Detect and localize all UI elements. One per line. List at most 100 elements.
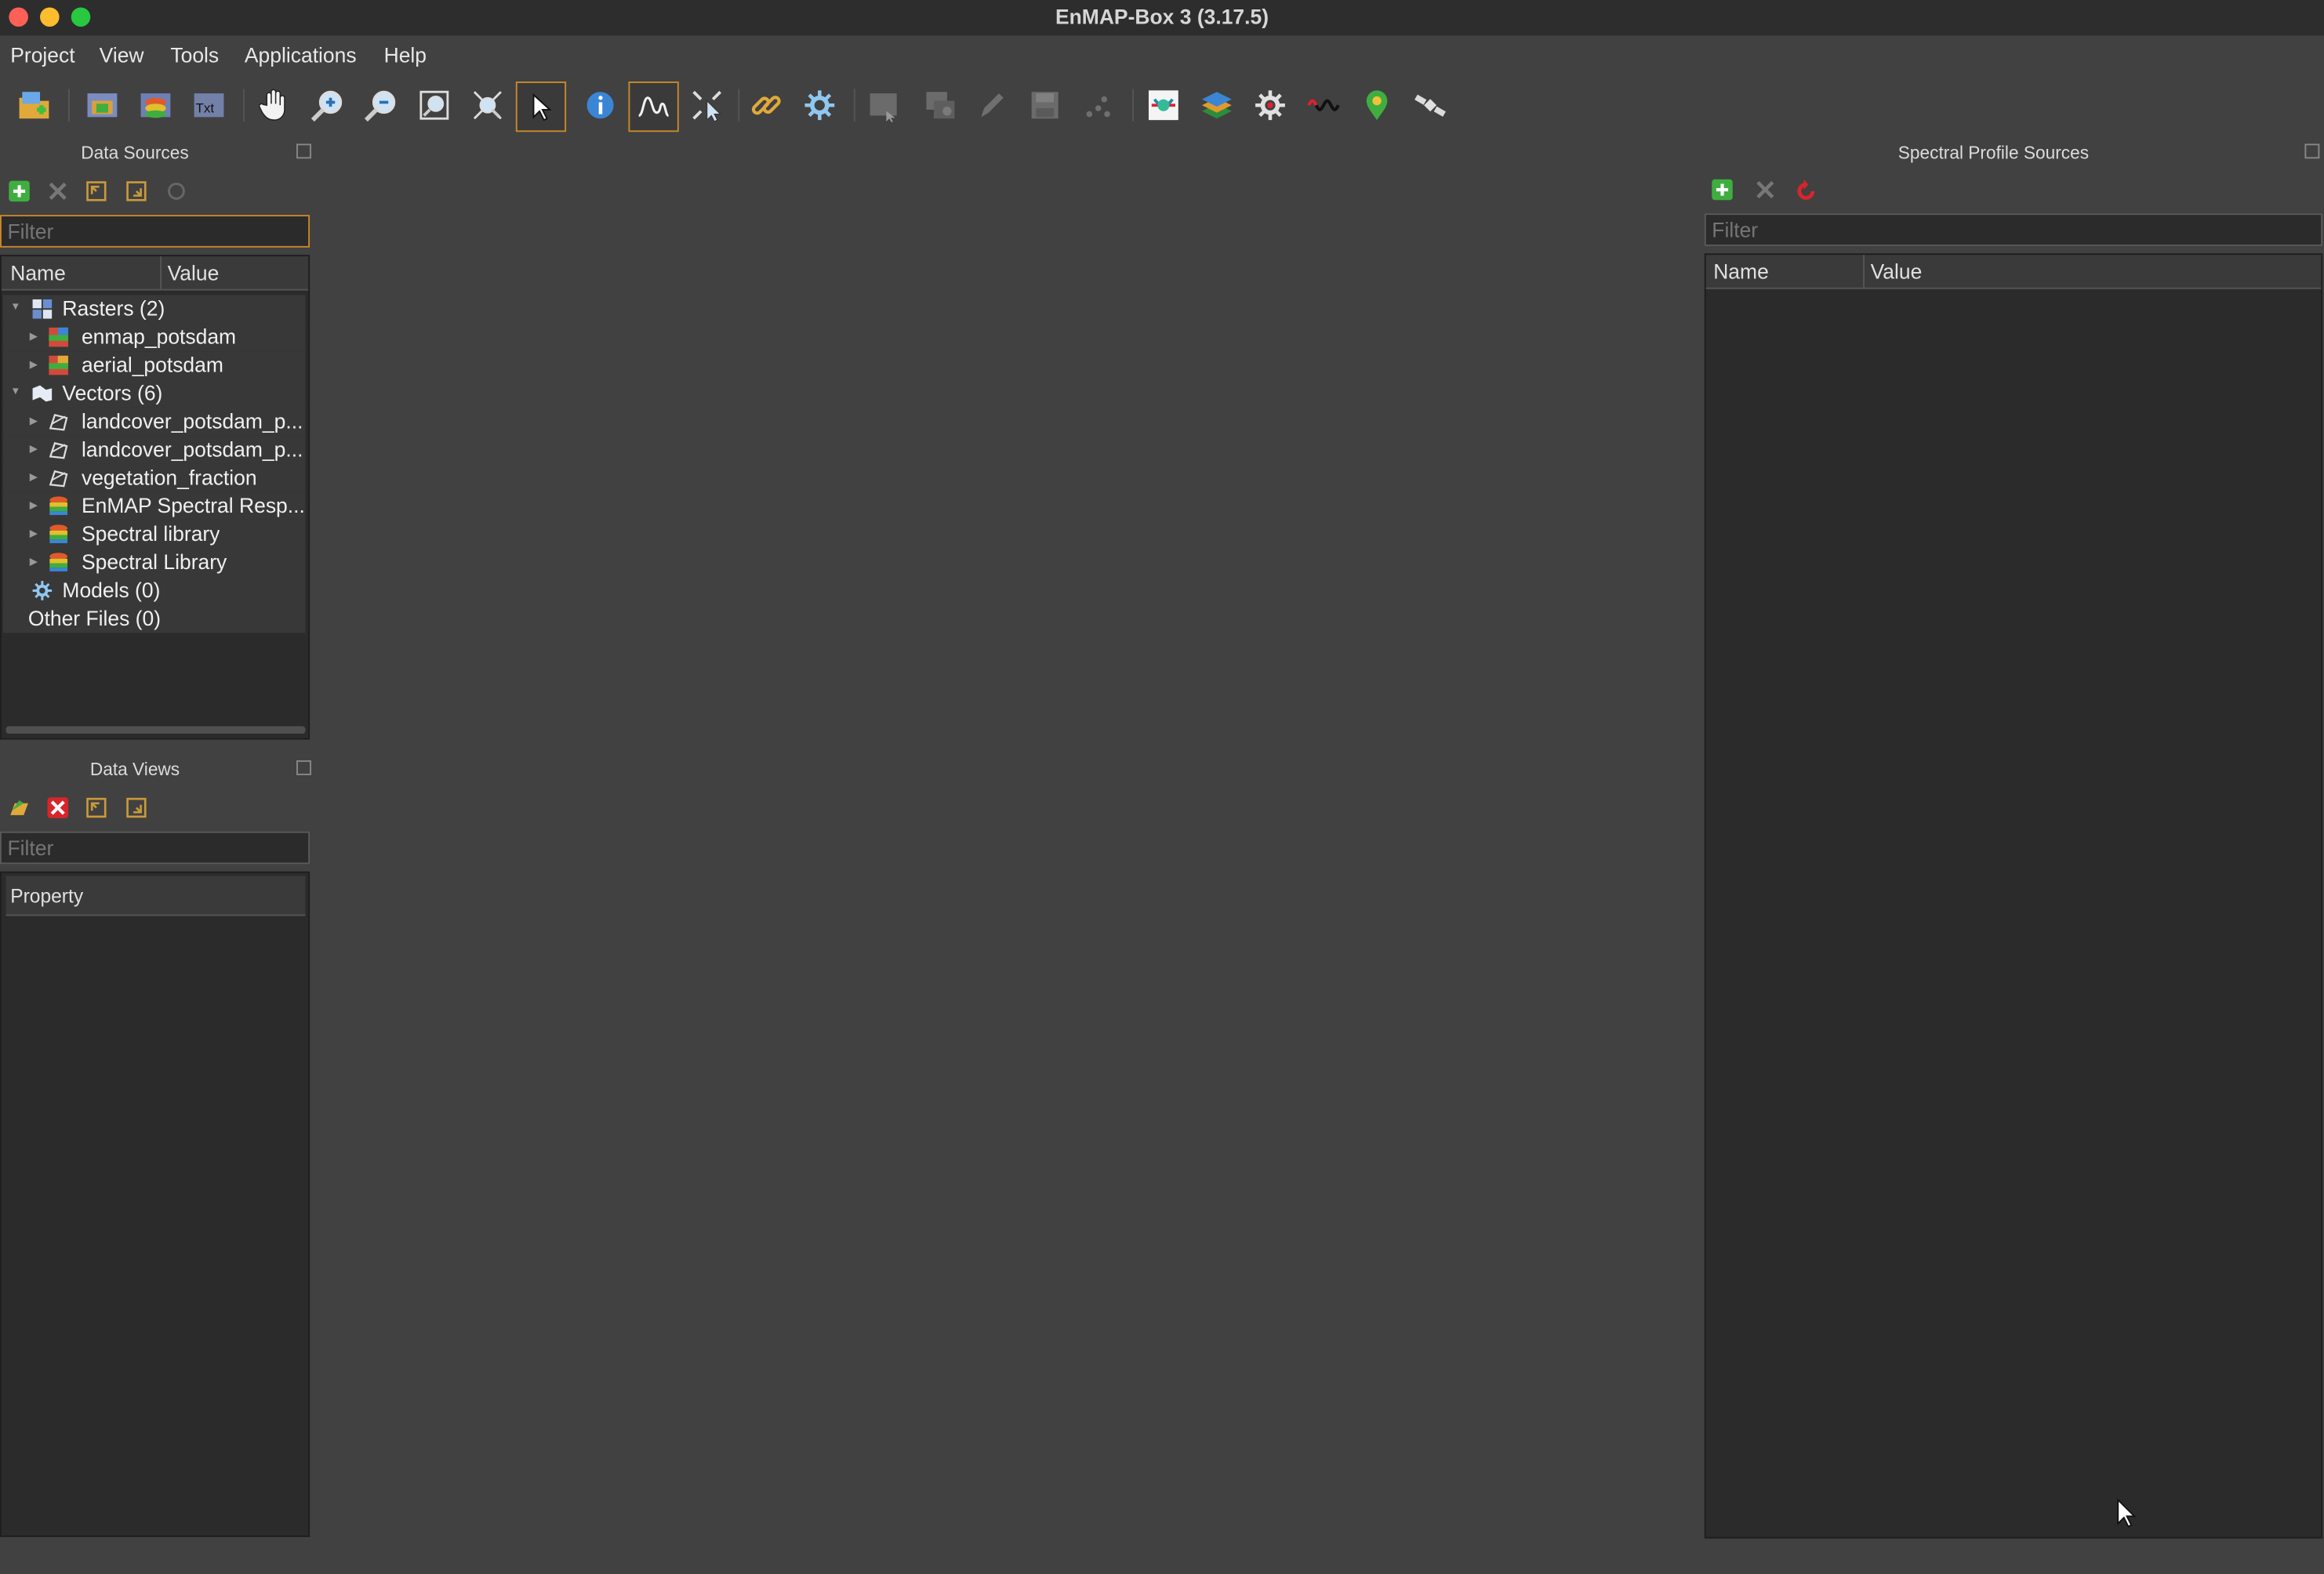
polygon-icon [49,441,68,459]
add-raster-icon[interactable] [80,83,125,128]
data-sources-tree: Name Value ▼ Rasters (2) ▶ enmap_potsdam… [0,255,310,740]
expand-all-icon[interactable] [83,178,110,205]
menu-view[interactable]: View [100,43,144,67]
collapse-all-icon[interactable] [123,794,150,821]
tree-row-rasters[interactable]: ▼ Rasters (2) [2,295,306,324]
tree-row-enmap-spectral-response[interactable]: ▶ EnMAP Spectral Resp... [2,491,306,520]
expand-all-icon[interactable] [83,794,110,821]
layers-icon[interactable] [1195,83,1240,128]
expand-arrow-icon[interactable]: ▶ [30,556,38,568]
column-name-header[interactable]: Name [1713,259,1769,283]
expand-arrow-icon[interactable]: ▶ [30,331,38,343]
new-map-view-icon[interactable] [862,83,907,128]
new-spectral-view-icon[interactable] [919,83,964,128]
expand-arrow-icon[interactable]: ▼ [10,386,20,397]
expand-arrow-icon[interactable]: ▼ [10,303,20,313]
save-icon[interactable] [1022,83,1067,128]
column-value-header[interactable]: Value [168,261,220,285]
remove-data-source-icon[interactable] [45,178,71,205]
reset-profile-source-icon[interactable] [1793,176,1820,203]
horizontal-scrollbar[interactable] [5,726,306,734]
tree-row-other-files[interactable]: Other Files (0) [2,604,306,633]
spectral-library-icon [49,496,68,516]
column-property-header[interactable]: Property [10,885,83,907]
processing-gear-icon[interactable] [1248,83,1293,128]
raster-icon [49,355,68,375]
zoom-in-icon[interactable] [305,83,350,128]
tree-row-label: EnMAP Spectral Resp... [81,493,305,517]
edit-pencil-icon[interactable] [969,83,1014,128]
tree-row-label: landcover_potsdam_p... [81,408,303,433]
open-view-icon[interactable] [6,794,33,821]
satellite-icon[interactable] [1408,83,1453,128]
tree-row-landcover-2[interactable]: ▶ landcover_potsdam_p... [2,435,306,464]
spectral-profile-header: Name Value [1705,255,2322,289]
tree-row-spectral-library-1[interactable]: ▶ Spectral library [2,520,306,549]
polygon-icon [49,470,68,488]
remove-profile-source-icon[interactable] [1752,176,1778,203]
add-data-source-icon[interactable] [6,178,33,205]
spectral-profile-filter-input[interactable] [1704,213,2323,246]
tree-row-vegetation-fraction[interactable]: ▶ vegetation_fraction [2,463,306,492]
polygon-icon [49,414,68,431]
add-profile-source-icon[interactable] [1709,176,1736,203]
tree-row-label: landcover_potsdam_p... [81,437,303,462]
column-name-header[interactable]: Name [10,261,66,285]
expand-arrow-icon[interactable]: ▶ [30,499,38,511]
add-vector-icon[interactable] [133,83,178,128]
collapse-all-icon[interactable] [123,178,150,205]
zoom-layer-icon[interactable] [466,83,510,128]
refresh-icon[interactable] [163,178,190,205]
link-icon[interactable] [744,83,789,128]
tree-row-label: aerial_potsdam [81,353,223,377]
data-views-header: Property [5,876,306,916]
tree-row-spectral-library-2[interactable]: ▶ Spectral Library [2,548,306,577]
tree-row-label: Spectral Library [81,549,227,574]
pan-icon[interactable] [252,83,296,128]
data-sources-float-button[interactable] [296,143,311,159]
tree-row-label: Models (0) [62,578,161,602]
select-cursor-icon[interactable] [515,81,567,132]
open-project-icon[interactable] [12,83,56,128]
spectral-profile-sources-title: Spectral Profile Sources [1897,142,2090,163]
column-value-header[interactable]: Value [1871,259,1923,283]
zoom-out-icon[interactable] [358,83,403,128]
tree-row-enmap-potsdam[interactable]: ▶ enmap_potsdam [2,323,306,352]
close-view-icon[interactable] [45,794,71,821]
data-sources-header: Name Value [1,256,309,291]
expand-arrow-icon[interactable]: ▶ [30,528,38,539]
tree-row-vectors[interactable]: ▼ Vectors (6) [2,379,306,408]
expand-arrow-icon[interactable]: ▶ [30,471,38,483]
image-cube-icon[interactable] [1142,83,1186,128]
expand-arrow-icon[interactable]: ▶ [30,359,38,370]
data-views-float-button[interactable] [296,760,311,775]
zoom-full-icon[interactable] [412,83,457,128]
location-pin-icon[interactable] [1355,83,1400,128]
expand-arrow-icon[interactable]: ▶ [30,415,38,426]
title-bar: EnMAP-Box 3 (3.17.5) [0,0,2324,36]
menu-tools[interactable]: Tools [170,43,219,67]
menu-help[interactable]: Help [384,43,427,67]
mouse-cursor-icon [2117,1498,2137,1528]
tree-row-aerial-potsdam[interactable]: ▶ aerial_potsdam [2,351,306,380]
tree-row-models[interactable]: Models (0) [2,576,306,605]
data-views-filter-input[interactable] [0,831,310,865]
spectral-profile-float-button[interactable] [2304,143,2320,159]
data-views-tree: Property [0,871,310,1537]
spectral-profile-icon[interactable] [628,81,679,132]
menu-applications[interactable]: Applications [245,43,357,67]
add-points-icon[interactable] [1076,83,1120,128]
menu-project[interactable]: Project [10,43,74,67]
spectral-library-icon [49,524,68,543]
settings-gear-icon[interactable] [797,83,842,128]
menu-bar: Project View Tools Applications Help [0,40,2324,73]
data-sources-filter-input[interactable] [0,215,310,248]
tree-row-landcover-1[interactable]: ▶ landcover_potsdam_p... [2,407,306,436]
tree-row-label: Other Files (0) [27,606,162,630]
identify-icon[interactable] [578,83,623,128]
expand-arrow-icon[interactable]: ▶ [30,443,38,455]
spectral-line-icon[interactable] [1302,83,1346,128]
move-center-icon[interactable] [684,83,729,128]
add-text-icon[interactable]: Txt [187,83,231,128]
tree-row-label: enmap_potsdam [81,325,237,349]
